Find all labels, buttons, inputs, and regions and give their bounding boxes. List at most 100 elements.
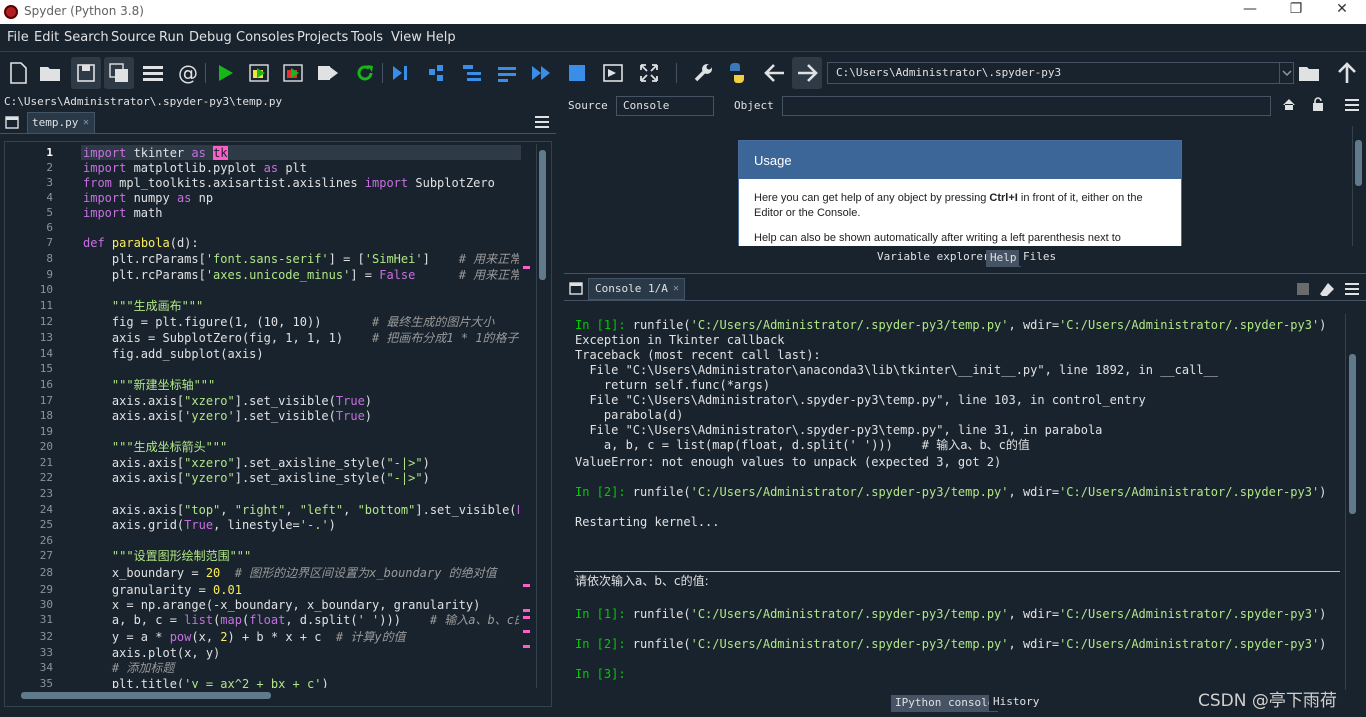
new-file-icon[interactable] — [3, 57, 33, 89]
back-arrow-icon[interactable] — [760, 57, 790, 89]
code-editor[interactable]: 1 2 3 4 5 6 7 8 9 10 11 12 13 14 15 16 17 18 19 20 21 22 23 24 2… — [4, 141, 552, 707]
step-into-icon[interactable] — [457, 57, 487, 89]
console-scrollbar[interactable] — [1345, 314, 1359, 690]
maximize-pane-icon[interactable] — [598, 57, 628, 89]
lock-icon[interactable] — [1312, 97, 1324, 114]
scrollbar-thumb[interactable] — [1355, 140, 1362, 186]
browse-folder-icon[interactable] — [1295, 57, 1325, 89]
toolbar-separator — [382, 63, 383, 83]
code-line: axis.plot(x, y) — [83, 646, 221, 660]
stop-debug-icon[interactable] — [562, 57, 592, 89]
outline-list-icon[interactable] — [138, 57, 168, 89]
tab-variable-explorer[interactable]: Variable explorer — [873, 249, 994, 266]
menu-projects[interactable]: Projects — [297, 30, 348, 45]
line-number: 22 — [39, 471, 53, 484]
menu-source[interactable]: Source — [111, 30, 156, 45]
line-number: 26 — [39, 534, 53, 547]
working-directory-combo[interactable]: C:\Users\Administrator\.spyder-py3 — [827, 62, 1294, 84]
menu-tools[interactable]: Tools — [351, 30, 383, 45]
run-icon[interactable] — [210, 57, 240, 89]
usage-panel: Usage Here you can get help of any objec… — [738, 140, 1182, 246]
interrupt-kernel-icon[interactable] — [1297, 283, 1309, 295]
options-menu-icon[interactable] — [1345, 283, 1359, 298]
console-line: Traceback (most recent call last): — [575, 348, 821, 362]
console-line: File "C:\Users\Administrator\anaconda3\l… — [575, 363, 1218, 377]
line-number: 17 — [39, 394, 53, 407]
options-menu-icon[interactable] — [1345, 99, 1359, 114]
parent-dir-arrow-icon[interactable] — [1332, 57, 1362, 89]
tab-temp-py[interactable]: temp.py ✕ — [27, 112, 95, 134]
menu-help[interactable]: Help — [426, 30, 456, 45]
menu-view[interactable]: View — [391, 30, 422, 45]
code-line: fig = plt.figure(1, (10, 10)) # 最终生成的图片大… — [83, 315, 495, 329]
preferences-wrench-icon[interactable] — [688, 57, 718, 89]
code-area[interactable]: import tkinter as tk import matplotlib.p… — [83, 142, 519, 688]
help-content: Usage Here you can get help of any objec… — [566, 126, 1356, 246]
help-scrollbar[interactable] — [1352, 126, 1364, 246]
chevron-down-icon[interactable] — [1279, 63, 1293, 83]
minimize-icon[interactable]: — — [1227, 1, 1273, 23]
menu-edit[interactable]: Edit — [34, 30, 59, 45]
tab-console-1a[interactable]: Console 1/A ✕ — [588, 278, 685, 300]
menu-consoles[interactable]: Consoles — [236, 30, 294, 45]
menu-run[interactable]: Run — [159, 30, 184, 45]
close-tab-icon[interactable]: ✕ — [673, 283, 679, 294]
line-number: 4 — [46, 191, 53, 204]
close-tab-icon[interactable]: ✕ — [83, 117, 89, 128]
scrollbar-thumb[interactable] — [21, 692, 271, 699]
menu-file[interactable]: File — [7, 30, 29, 45]
run-cell-icon[interactable] — [244, 57, 274, 89]
tab-ipython-console[interactable]: IPython console — [891, 695, 999, 712]
email-at-icon[interactable]: @ — [173, 57, 203, 89]
pane-splitter[interactable] — [556, 93, 564, 717]
forward-arrow-icon[interactable] — [792, 57, 822, 89]
object-combo[interactable] — [782, 96, 1271, 116]
editor-horizontal-scrollbar[interactable] — [11, 690, 531, 702]
step-return-icon[interactable] — [492, 57, 522, 89]
ipython-console[interactable]: In [1]: runfile('C:/Users/Administrator/… — [568, 310, 1346, 690]
rerun-icon[interactable] — [350, 57, 380, 89]
close-icon[interactable]: ✕ — [1319, 1, 1365, 23]
browse-tabs-icon[interactable] — [5, 116, 19, 132]
code-line: from mpl_toolkits.axisartist.axislines i… — [83, 176, 495, 190]
code-line: axis.axis["yzero"].set_axisline_style("-… — [83, 471, 430, 485]
save-file-icon[interactable] — [71, 57, 101, 89]
scrollbar-thumb[interactable] — [1349, 354, 1356, 514]
step-icon[interactable] — [421, 57, 451, 89]
home-icon[interactable] — [1282, 98, 1296, 114]
run-selection-icon[interactable] — [313, 57, 343, 89]
source-combo[interactable]: Console — [616, 96, 714, 116]
line-number: 24 — [39, 503, 53, 516]
save-all-icon[interactable] — [104, 57, 134, 89]
debug-icon[interactable] — [385, 57, 415, 89]
line-number: 7 — [46, 236, 53, 249]
console-line: In [2]: runfile('C:/Users/Administrator/… — [575, 485, 1327, 499]
restore-icon[interactable]: ❐ — [1273, 1, 1319, 23]
open-file-icon[interactable] — [36, 57, 66, 89]
run-cell-advance-icon[interactable] — [278, 57, 308, 89]
code-line: """生成坐标箭头""" — [111, 440, 228, 454]
editor-vertical-scrollbar[interactable] — [536, 144, 548, 688]
browse-tabs-icon[interactable] — [569, 282, 583, 298]
code-line: axis.axis["xzero"].set_visible(True) — [83, 394, 373, 408]
eraser-icon[interactable] — [1319, 282, 1335, 299]
menu-debug[interactable]: Debug — [189, 30, 232, 45]
line-number: 30 — [39, 598, 53, 611]
scrollbar-thumb[interactable] — [539, 150, 546, 280]
tab-help[interactable]: Help — [986, 250, 1021, 267]
tab-history[interactable]: History — [989, 694, 1044, 711]
python-path-icon[interactable] — [722, 57, 752, 89]
code-line: a, b, c = list(map(float, d.split(' ')))… — [83, 613, 519, 627]
continue-icon[interactable] — [526, 57, 556, 89]
line-number: 23 — [39, 487, 53, 500]
working-directory-value: C:\Users\Administrator\.spyder-py3 — [836, 66, 1062, 79]
tab-label: temp.py — [32, 116, 79, 129]
tab-files[interactable]: Files — [1019, 249, 1061, 266]
watermark: CSDN @亭下雨荷 — [1198, 691, 1337, 711]
toolbar-separator — [676, 63, 677, 83]
options-menu-icon[interactable] — [535, 116, 549, 131]
line-number: 35 — [39, 677, 53, 690]
fullscreen-icon[interactable] — [634, 57, 664, 89]
spyder-app-icon — [4, 5, 18, 19]
menu-search[interactable]: Search — [64, 30, 109, 45]
